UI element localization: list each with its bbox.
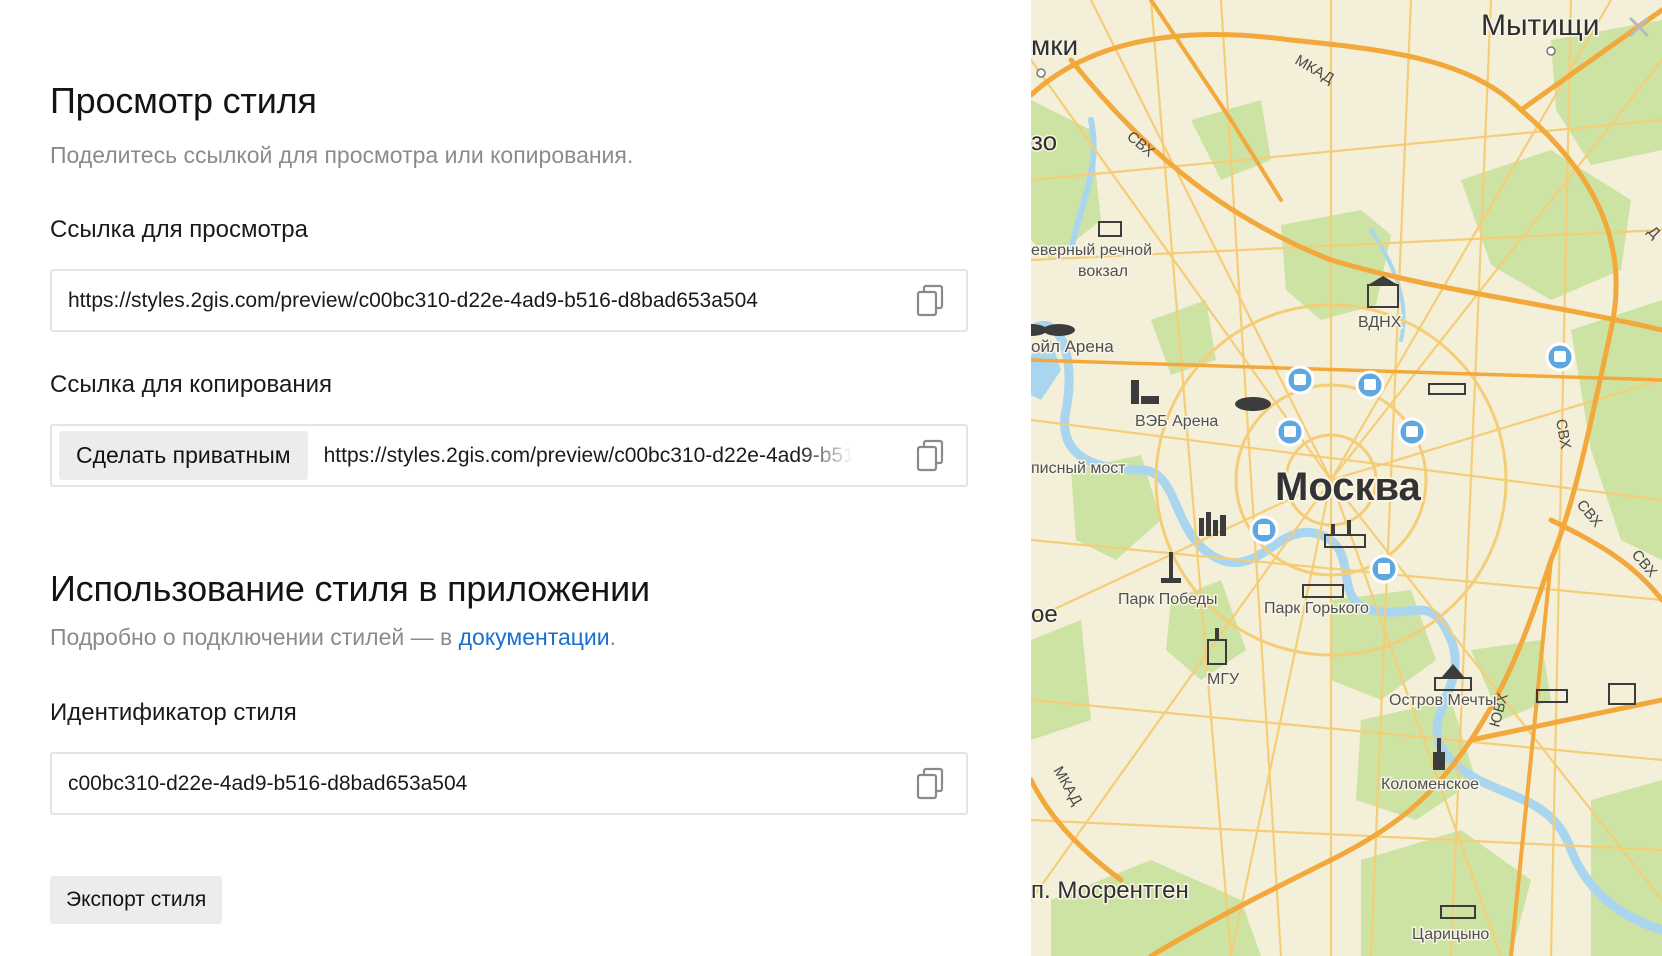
metro-icon	[1397, 417, 1427, 447]
veb-arena-label: ВЭБ Арена	[1135, 413, 1218, 430]
copy-icon	[916, 767, 944, 799]
mki-label: мки	[1031, 30, 1078, 61]
vokzal-label: вокзал	[1078, 263, 1128, 280]
usage-description: Подробно о подключении стилей — в докуме…	[50, 624, 616, 651]
make-private-button[interactable]: Сделать приватным	[59, 431, 308, 480]
preview-subtitle: Поделитесь ссылкой для просмотра или коп…	[50, 142, 634, 168]
park-gorkogo-label: Парк Горького	[1264, 600, 1369, 617]
metro-icon	[1275, 417, 1305, 447]
style-share-panel: Просмотр стиля Поделитесь ссылкой для пр…	[0, 0, 1031, 956]
stadium-icon	[1043, 324, 1075, 336]
metro-icon	[1369, 554, 1399, 584]
stadium-icon	[1235, 397, 1271, 411]
metro-icon	[1249, 515, 1279, 545]
city-label: Москва	[1275, 465, 1422, 509]
copy-link-value[interactable]: https://styles.2gis.com/preview/c00bc310…	[324, 444, 852, 468]
usage-title: Использование стиля в приложении	[50, 568, 650, 609]
view-link-label: Ссылка для просмотра	[50, 216, 308, 243]
vdnh-label: ВДНХ	[1358, 314, 1402, 331]
copy-view-link-button[interactable]	[912, 283, 948, 319]
style-id-field[interactable]: c00bc310-d22e-4ad9-b516-d8bad653a504	[50, 752, 968, 815]
mosrentgen-label: п. Мосрентген	[1031, 877, 1189, 904]
mytishchi-label: Мытищи	[1481, 9, 1600, 42]
map-canvas: МКАД СВХ СВХ СВХ СВХ ЮВХ МКАД Д Мытищи м…	[1031, 0, 1662, 956]
close-button[interactable]	[1624, 12, 1654, 42]
copy-icon	[916, 439, 944, 471]
copy-icon	[916, 284, 944, 316]
preview-title: Просмотр стиля	[50, 80, 317, 121]
metro-icon	[1545, 342, 1575, 372]
oe-label: ое	[1031, 601, 1058, 628]
view-link-field[interactable]: https://styles.2gis.com/preview/c00bc310…	[50, 269, 968, 332]
copy-copy-link-button[interactable]	[912, 438, 948, 474]
park-pobedy-label: Парк Победы	[1118, 591, 1218, 608]
copy-link-field: Сделать приватным https://styles.2gis.co…	[50, 424, 968, 487]
usage-description-text: Подробно о подключении стилей — в	[50, 624, 459, 650]
copy-style-id-button[interactable]	[912, 766, 948, 802]
metro-icon	[1355, 370, 1385, 400]
mgu-label: МГУ	[1207, 671, 1240, 688]
arena-label: ойл Арена	[1031, 337, 1114, 356]
documentation-link[interactable]: документации	[459, 624, 610, 650]
style-id-value[interactable]: c00bc310-d22e-4ad9-b516-d8bad653a504	[68, 772, 467, 796]
zo-label: зо	[1031, 126, 1057, 156]
style-id-label: Идентификатор стиля	[50, 699, 297, 726]
map-preview[interactable]: МКАД СВХ СВХ СВХ СВХ ЮВХ МКАД Д Мытищи м…	[1031, 0, 1662, 956]
copy-link-label: Ссылка для копирования	[50, 371, 332, 398]
export-style-button[interactable]: Экспорт стиля	[50, 876, 223, 924]
view-link-value[interactable]: https://styles.2gis.com/preview/c00bc310…	[68, 289, 758, 313]
ostrov-mechty-label: Остров Мечты	[1389, 692, 1497, 709]
tsaritsyno-label: Царицыно	[1412, 926, 1489, 943]
severny-label: еверный речной	[1031, 242, 1152, 259]
bridge-label: писный мост	[1031, 460, 1126, 477]
metro-icon	[1285, 365, 1315, 395]
style-preview-screen: Просмотр стиля Поделитесь ссылкой для пр…	[0, 0, 1662, 956]
kolomenskoe-label: Коломенское	[1381, 776, 1479, 793]
usage-description-end: .	[609, 624, 617, 650]
close-icon	[1629, 17, 1649, 37]
